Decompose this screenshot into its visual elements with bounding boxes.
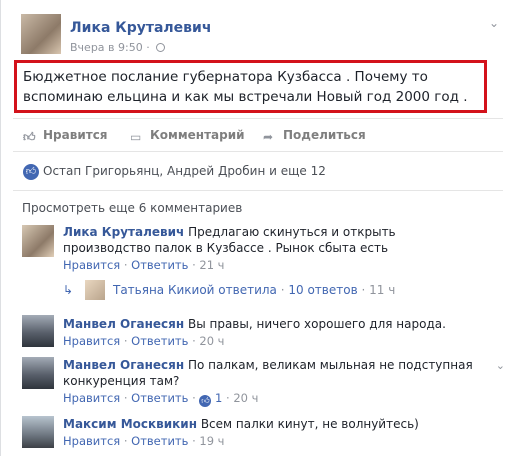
reactions-text[interactable]: Остап Григорьянц, Андрей Дробин и еще 12: [43, 164, 326, 178]
comment-icon: ▭: [130, 130, 142, 144]
comment-author[interactable]: Максим Москвикин: [63, 417, 197, 431]
comment-avatar[interactable]: [22, 357, 54, 389]
comment-like-link[interactable]: Нравится: [63, 391, 120, 405]
comment-meta: Нравится · Ответить · 21 ч: [63, 258, 225, 272]
comment-reply-link[interactable]: Ответить: [131, 391, 188, 405]
comment-reply-link[interactable]: Ответить: [131, 434, 188, 448]
share-label: Поделиться: [283, 128, 366, 142]
comment-like-link[interactable]: Нравится: [63, 334, 120, 348]
comment-body: Лика Круталевич Предлагаю скинуться и от…: [63, 224, 483, 256]
comment-author[interactable]: Лика Круталевич: [63, 225, 184, 239]
reply-time: 11 ч: [369, 283, 396, 297]
action-bar: 👍︎ Нравится ▭ Комментарий ➦ Поделиться: [13, 118, 503, 152]
post-time[interactable]: Вчера в 9:50: [70, 41, 143, 54]
comment-like-link[interactable]: Нравится: [63, 258, 120, 272]
post-card: Лика Круталевич Вчера в 9:50 · ⌄ Бюджетн…: [0, 0, 517, 456]
post-options-chevron-icon[interactable]: ⌄: [489, 16, 499, 30]
comment-text: Всем палки кинут, не волнуйтесь): [200, 417, 419, 431]
comment-author[interactable]: Манвел Оганесян: [63, 358, 184, 372]
like-badge-icon: 👍︎: [23, 164, 39, 180]
comment-time[interactable]: 19 ч: [199, 434, 224, 448]
reply-count[interactable]: 10 ответов: [288, 283, 357, 297]
comment-avatar[interactable]: [22, 315, 54, 347]
post-meta: Вчера в 9:50 ·: [70, 41, 166, 54]
author-avatar[interactable]: [21, 14, 61, 54]
view-more-comments[interactable]: Просмотреть еще 6 комментариев: [22, 201, 242, 215]
post-text: Бюджетное послание губернатора Кузбасса …: [14, 60, 487, 113]
reply-avatar: [85, 280, 105, 300]
like-count-icon: 👍︎: [199, 395, 212, 407]
comment-avatar[interactable]: [22, 225, 54, 257]
like-label: Нравится: [43, 128, 108, 142]
comment-meta: Нравится · Ответить · 20 ч: [63, 334, 225, 348]
reply-author[interactable]: Татьяна Кикиой ответила: [113, 283, 277, 297]
comment-time[interactable]: 20 ч: [233, 391, 258, 405]
comment-reply-link[interactable]: Ответить: [131, 334, 188, 348]
comment-button[interactable]: ▭ Комментарий: [130, 128, 245, 144]
comment-time[interactable]: 20 ч: [199, 334, 224, 348]
reply-arrow-icon: ↳: [63, 283, 74, 297]
comment-label: Комментарий: [150, 128, 245, 142]
share-icon: ➦: [263, 130, 274, 144]
comment-reply-link[interactable]: Ответить: [131, 258, 188, 272]
comment-body: Манвел Оганесян Вы правы, ничего хорошег…: [63, 316, 483, 332]
comment-like-link[interactable]: Нравится: [63, 434, 120, 448]
comment-avatar[interactable]: [22, 416, 54, 448]
comment-author[interactable]: Манвел Оганесян: [63, 317, 184, 331]
share-button[interactable]: ➦ Поделиться: [263, 128, 366, 144]
comment-meta: Нравится · Ответить · 19 ч: [63, 434, 225, 448]
reactions-row: 👍︎ Остап Григорьянц, Андрей Дробин и еще…: [13, 152, 503, 190]
like-button[interactable]: 👍︎ Нравится: [23, 128, 108, 144]
comment-options-chevron-icon[interactable]: ⌄: [496, 359, 505, 372]
thumbs-up-icon: 👍︎: [23, 130, 36, 144]
globe-icon: [156, 43, 166, 52]
divider: [13, 190, 503, 191]
comment-text: Вы правы, ничего хорошего для народа.: [187, 317, 446, 331]
comment-time[interactable]: 21 ч: [199, 258, 224, 272]
comment-body: Максим Москвикин Всем палки кинут, не во…: [63, 416, 483, 432]
post-header: Лика Круталевич Вчера в 9:50 · ⌄: [21, 14, 501, 58]
comment-body: Манвел Оганесян По палкам, великам мыльн…: [63, 357, 483, 389]
post-author[interactable]: Лика Круталевич: [70, 20, 211, 36]
comment-meta: Нравится · Ответить · 👍︎ 1 · 20 ч: [63, 391, 259, 407]
comment-like-count[interactable]: 1: [215, 391, 222, 405]
